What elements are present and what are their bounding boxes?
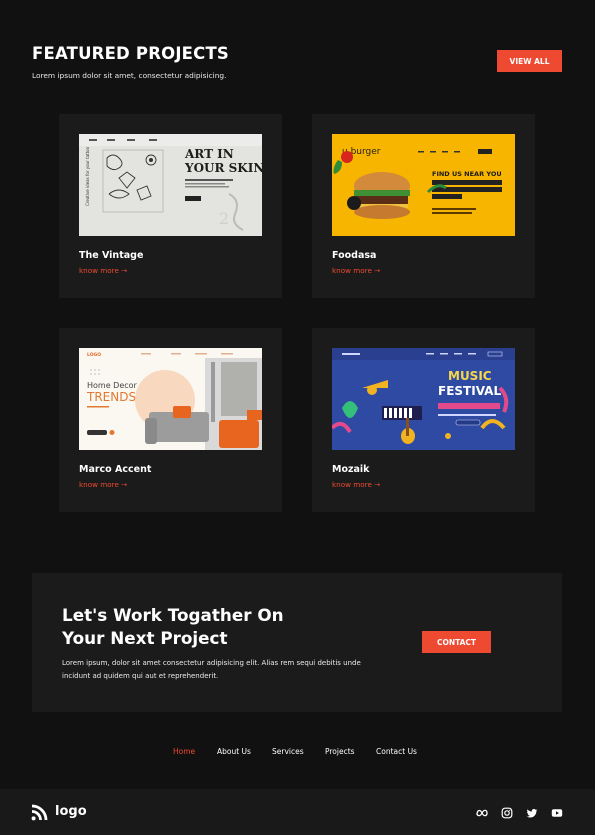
cta-title-line-1: Let's Work Togather On <box>62 605 284 625</box>
cta-description: Lorem ipsum, dolor sit amet consectetur … <box>62 659 361 680</box>
project-title: Mozaik <box>332 464 370 475</box>
logo-icon <box>31 804 48 821</box>
project-thumbnail[interactable]: u.burger FIND US NEAR YOU <box>332 134 515 236</box>
nav-link-home[interactable]: Home <box>173 747 195 756</box>
page-subtitle: Lorem ipsum dolor sit amet, consectetur … <box>32 71 227 80</box>
contact-button[interactable]: CONTACT <box>422 631 491 653</box>
twitter-icon[interactable] <box>526 807 538 819</box>
know-more-link[interactable]: know more → <box>332 266 380 275</box>
know-more-link[interactable]: know more → <box>332 480 380 489</box>
youtube-icon[interactable] <box>551 807 563 819</box>
project-thumbnail[interactable]: MUSIC FESTIVAL <box>332 348 515 450</box>
instagram-icon[interactable] <box>501 807 513 819</box>
know-more-link[interactable]: know more → <box>79 480 127 489</box>
view-all-button[interactable]: VIEW ALL <box>497 50 562 72</box>
meta-icon[interactable] <box>476 807 488 819</box>
nav-link-projects[interactable]: Projects <box>325 747 355 756</box>
thumb-headline: MUSIC <box>448 369 492 383</box>
nav-link-contact-us[interactable]: Contact Us <box>376 747 417 756</box>
cta-title: Let's Work Togather On Your Next Project <box>62 604 362 650</box>
svg-text:Creative ideas for your tattoo: Creative ideas for your tattoo <box>85 146 90 206</box>
project-thumbnail[interactable]: Creative ideas for your tattoo ART IN YO… <box>79 134 262 236</box>
nav-link-services[interactable]: Services <box>272 747 304 756</box>
project-title: Marco Accent <box>79 464 152 475</box>
cta-title-line-2: Your Next Project <box>62 628 228 648</box>
thumb-headline: ART IN <box>184 147 234 161</box>
logo-text: logo <box>55 804 87 819</box>
thumb-headline-2: FESTIVAL <box>438 384 501 398</box>
cta-section: Let's Work Togather On Your Next Project… <box>32 573 562 712</box>
nav-link-about-us[interactable]: About Us <box>217 747 251 756</box>
project-card-foodasa: u.burger FIND US NEAR YOU Foodasa know m… <box>312 114 535 298</box>
page-title: FEATURED PROJECTS <box>32 44 229 63</box>
project-thumbnail[interactable]: LOGO Home Decor TRENDS <box>79 348 262 450</box>
thumb-headline: FIND US NEAR YOU <box>432 170 502 178</box>
thumb-headline: Home Decor <box>87 381 138 390</box>
project-title: Foodasa <box>332 250 377 261</box>
project-card-vintage: Creative ideas for your tattoo ART IN YO… <box>59 114 282 298</box>
footer: logo <box>0 789 595 835</box>
svg-text:2: 2 <box>219 209 229 228</box>
project-card-mozaik: MUSIC FESTIVAL Mozaik know more → <box>312 328 535 512</box>
thumb-logo: LOGO <box>87 352 101 358</box>
project-card-marco-accent: LOGO Home Decor TRENDS Marco Accent know… <box>59 328 282 512</box>
know-more-link[interactable]: know more → <box>79 266 127 275</box>
project-title: The Vintage <box>79 250 144 261</box>
thumb-headline-2: TRENDS <box>86 390 136 404</box>
thumb-headline-2: YOUR SKIN <box>184 161 262 175</box>
